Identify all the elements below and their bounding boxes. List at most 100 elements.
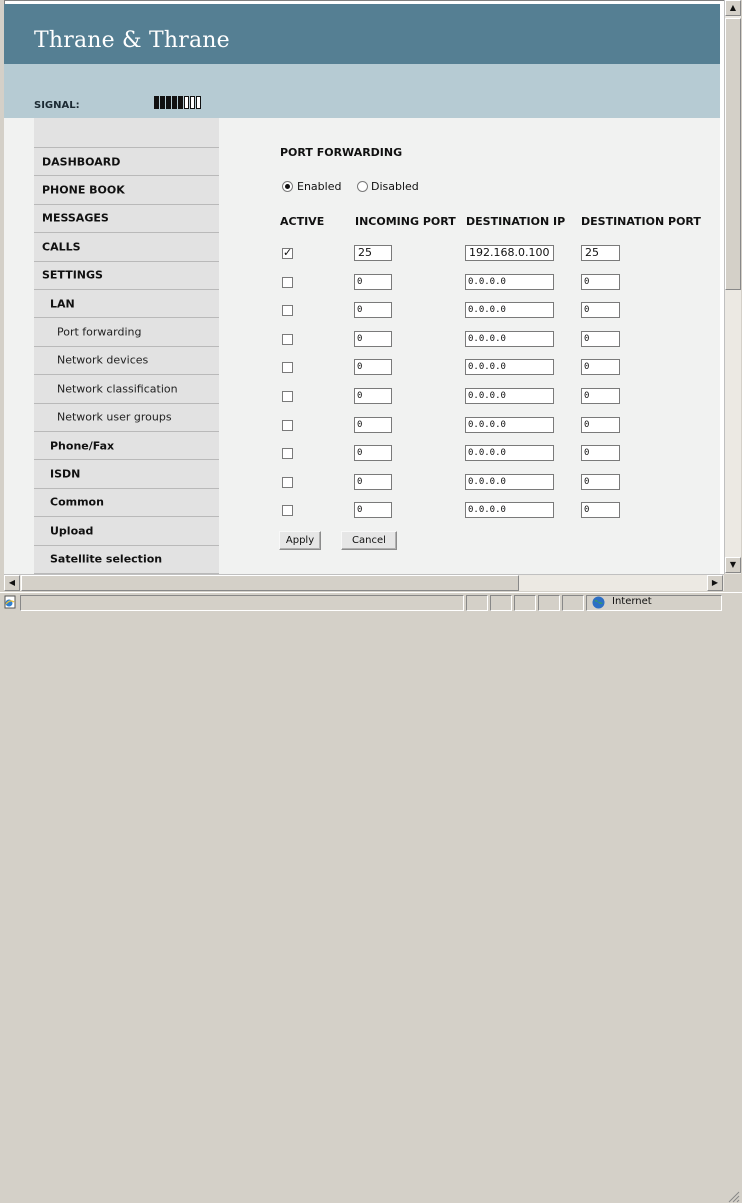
nav-item-label: Network devices bbox=[57, 353, 149, 367]
destination-port-input[interactable]: 0 bbox=[581, 502, 620, 519]
active-checkbox[interactable] bbox=[282, 333, 293, 345]
active-checkbox[interactable] bbox=[282, 276, 293, 288]
active-checkbox[interactable] bbox=[282, 305, 293, 317]
status-message-panel bbox=[20, 595, 464, 611]
status-panel bbox=[562, 595, 584, 611]
signal-segment bbox=[154, 96, 159, 109]
nav-item-label: PHONE BOOK bbox=[42, 183, 125, 197]
signal-label: SIGNAL: bbox=[34, 100, 80, 111]
signal-segment bbox=[172, 96, 177, 109]
nav-item-label: SETTINGS bbox=[42, 268, 103, 282]
incoming-port-input[interactable]: 0 bbox=[354, 359, 392, 376]
nav-item-calls[interactable]: CALLS bbox=[34, 233, 219, 262]
nav-item-label: Phone/Fax bbox=[50, 439, 115, 453]
incoming-port-input[interactable]: 0 bbox=[354, 302, 392, 319]
nav-item-network-devices[interactable]: Network devices bbox=[34, 347, 219, 376]
destination-ip-input[interactable]: 0.0.0.0 bbox=[465, 445, 554, 462]
incoming-port-input[interactable]: 0 bbox=[354, 273, 392, 290]
apply-button[interactable]: Apply bbox=[279, 531, 321, 550]
nav-item-port-forwarding[interactable]: Port forwarding bbox=[34, 318, 219, 347]
nav-item-phone-fax[interactable]: Phone/Fax bbox=[34, 432, 219, 461]
active-checkbox[interactable] bbox=[282, 476, 293, 488]
destination-port-input[interactable]: 0 bbox=[581, 416, 620, 433]
nav-item-label: LAN bbox=[50, 297, 75, 311]
nav-item-phone-book[interactable]: PHONE BOOK bbox=[34, 176, 219, 205]
destination-port-input[interactable]: 0 bbox=[581, 388, 620, 404]
cancel-button[interactable]: Cancel bbox=[341, 531, 397, 550]
status-bar: Internet bbox=[0, 592, 742, 1203]
incoming-port-input[interactable]: 0 bbox=[354, 445, 392, 462]
arrow-up-icon[interactable]: ▲ bbox=[725, 0, 741, 16]
horizontal-scrollbar[interactable]: ◀ ▶ bbox=[4, 574, 724, 591]
resize-grip-icon[interactable] bbox=[724, 1187, 740, 1203]
nav-item-dashboard[interactable]: DASHBOARD bbox=[34, 148, 219, 177]
signal-segment bbox=[190, 96, 195, 109]
destination-port-input[interactable]: 0 bbox=[581, 273, 620, 290]
column-header-destination-ip: DESTINATION IP bbox=[466, 215, 566, 228]
destination-ip-input[interactable]: 0.0.0.0 bbox=[465, 359, 554, 376]
signal-segment bbox=[196, 96, 201, 109]
ie-page-icon bbox=[4, 595, 16, 609]
arrow-left-icon[interactable]: ◀ bbox=[4, 575, 20, 591]
destination-ip-input[interactable]: 192.168.0.100 bbox=[465, 245, 554, 261]
destination-ip-input[interactable]: 0.0.0.0 bbox=[465, 416, 554, 433]
zone-label: Internet bbox=[612, 596, 652, 607]
destination-port-input[interactable]: 0 bbox=[581, 473, 620, 490]
signal-bar: SIGNAL: bbox=[4, 64, 720, 118]
nav-item-label: ISDN bbox=[50, 467, 81, 481]
active-checkbox[interactable] bbox=[282, 362, 293, 374]
destination-ip-input[interactable]: 0.0.0.0 bbox=[465, 302, 554, 319]
nav-item-upload[interactable]: Upload bbox=[34, 517, 219, 546]
horizontal-scroll-thumb[interactable] bbox=[21, 575, 519, 591]
nav-item-settings[interactable]: SETTINGS bbox=[34, 262, 219, 290]
enabled-radio[interactable] bbox=[282, 181, 293, 192]
arrow-right-icon[interactable]: ▶ bbox=[707, 575, 723, 591]
active-checkbox[interactable] bbox=[282, 419, 293, 431]
active-checkbox[interactable] bbox=[282, 448, 293, 460]
nav-item-label: Port forwarding bbox=[57, 325, 142, 339]
signal-segment bbox=[166, 96, 171, 109]
destination-port-input[interactable]: 25 bbox=[581, 245, 620, 261]
destination-ip-input[interactable]: 0.0.0.0 bbox=[465, 502, 554, 519]
incoming-port-input[interactable]: 0 bbox=[354, 502, 392, 519]
nav-item-label: DASHBOARD bbox=[42, 155, 121, 169]
signal-segment bbox=[178, 96, 183, 109]
nav-item-common[interactable]: Common bbox=[34, 489, 219, 518]
nav-item-network-user-groups[interactable]: Network user groups bbox=[34, 404, 219, 432]
destination-ip-input[interactable]: 0.0.0.0 bbox=[465, 273, 554, 290]
status-panel bbox=[466, 595, 488, 611]
incoming-port-input[interactable]: 0 bbox=[354, 388, 392, 404]
vertical-scrollbar[interactable]: ▲ ▼ bbox=[724, 0, 741, 574]
nav-item-label: Upload bbox=[50, 524, 94, 538]
active-checkbox[interactable] bbox=[282, 505, 293, 517]
arrow-down-icon[interactable]: ▼ bbox=[725, 557, 741, 573]
brand-logo: Thrane & Thrane bbox=[34, 28, 230, 53]
incoming-port-input[interactable]: 25 bbox=[354, 245, 392, 261]
destination-ip-input[interactable]: 0.0.0.0 bbox=[465, 473, 554, 490]
column-header-destination-port: DESTINATION PORT bbox=[581, 215, 701, 228]
nav-item-messages[interactable]: MESSAGES bbox=[34, 205, 219, 234]
scroll-corner bbox=[724, 574, 741, 591]
destination-port-input[interactable]: 0 bbox=[581, 445, 620, 462]
active-checkbox[interactable] bbox=[282, 391, 293, 402]
active-checkbox[interactable] bbox=[282, 246, 293, 259]
destination-port-input[interactable]: 0 bbox=[581, 359, 620, 376]
destination-port-input[interactable]: 0 bbox=[581, 302, 620, 319]
nav-item-satellite-selection[interactable]: Satellite selection bbox=[34, 546, 219, 574]
incoming-port-input[interactable]: 0 bbox=[354, 330, 392, 347]
incoming-port-input[interactable]: 0 bbox=[354, 473, 392, 490]
destination-ip-input[interactable]: 0.0.0.0 bbox=[465, 330, 554, 347]
nav-item-label: Network classification bbox=[57, 382, 178, 396]
nav-item-lan[interactable]: LAN bbox=[34, 290, 219, 319]
disabled-radio[interactable] bbox=[357, 181, 368, 192]
zone-panel bbox=[586, 595, 722, 611]
destination-port-input[interactable]: 0 bbox=[581, 330, 620, 347]
destination-ip-input[interactable]: 0.0.0.0 bbox=[465, 388, 554, 404]
nav-item-label: Common bbox=[50, 495, 104, 509]
nav-item-network-classification[interactable]: Network classification bbox=[34, 375, 219, 404]
sidebar-nav: DASHBOARD PHONE BOOK MESSAGES CALLS SETTINGS… bbox=[34, 118, 219, 574]
incoming-port-input[interactable]: 0 bbox=[354, 416, 392, 433]
nav-item-isdn[interactable]: ISDN bbox=[34, 460, 219, 489]
nav-item-label: CALLS bbox=[42, 240, 81, 254]
vertical-scroll-thumb[interactable] bbox=[725, 18, 741, 290]
